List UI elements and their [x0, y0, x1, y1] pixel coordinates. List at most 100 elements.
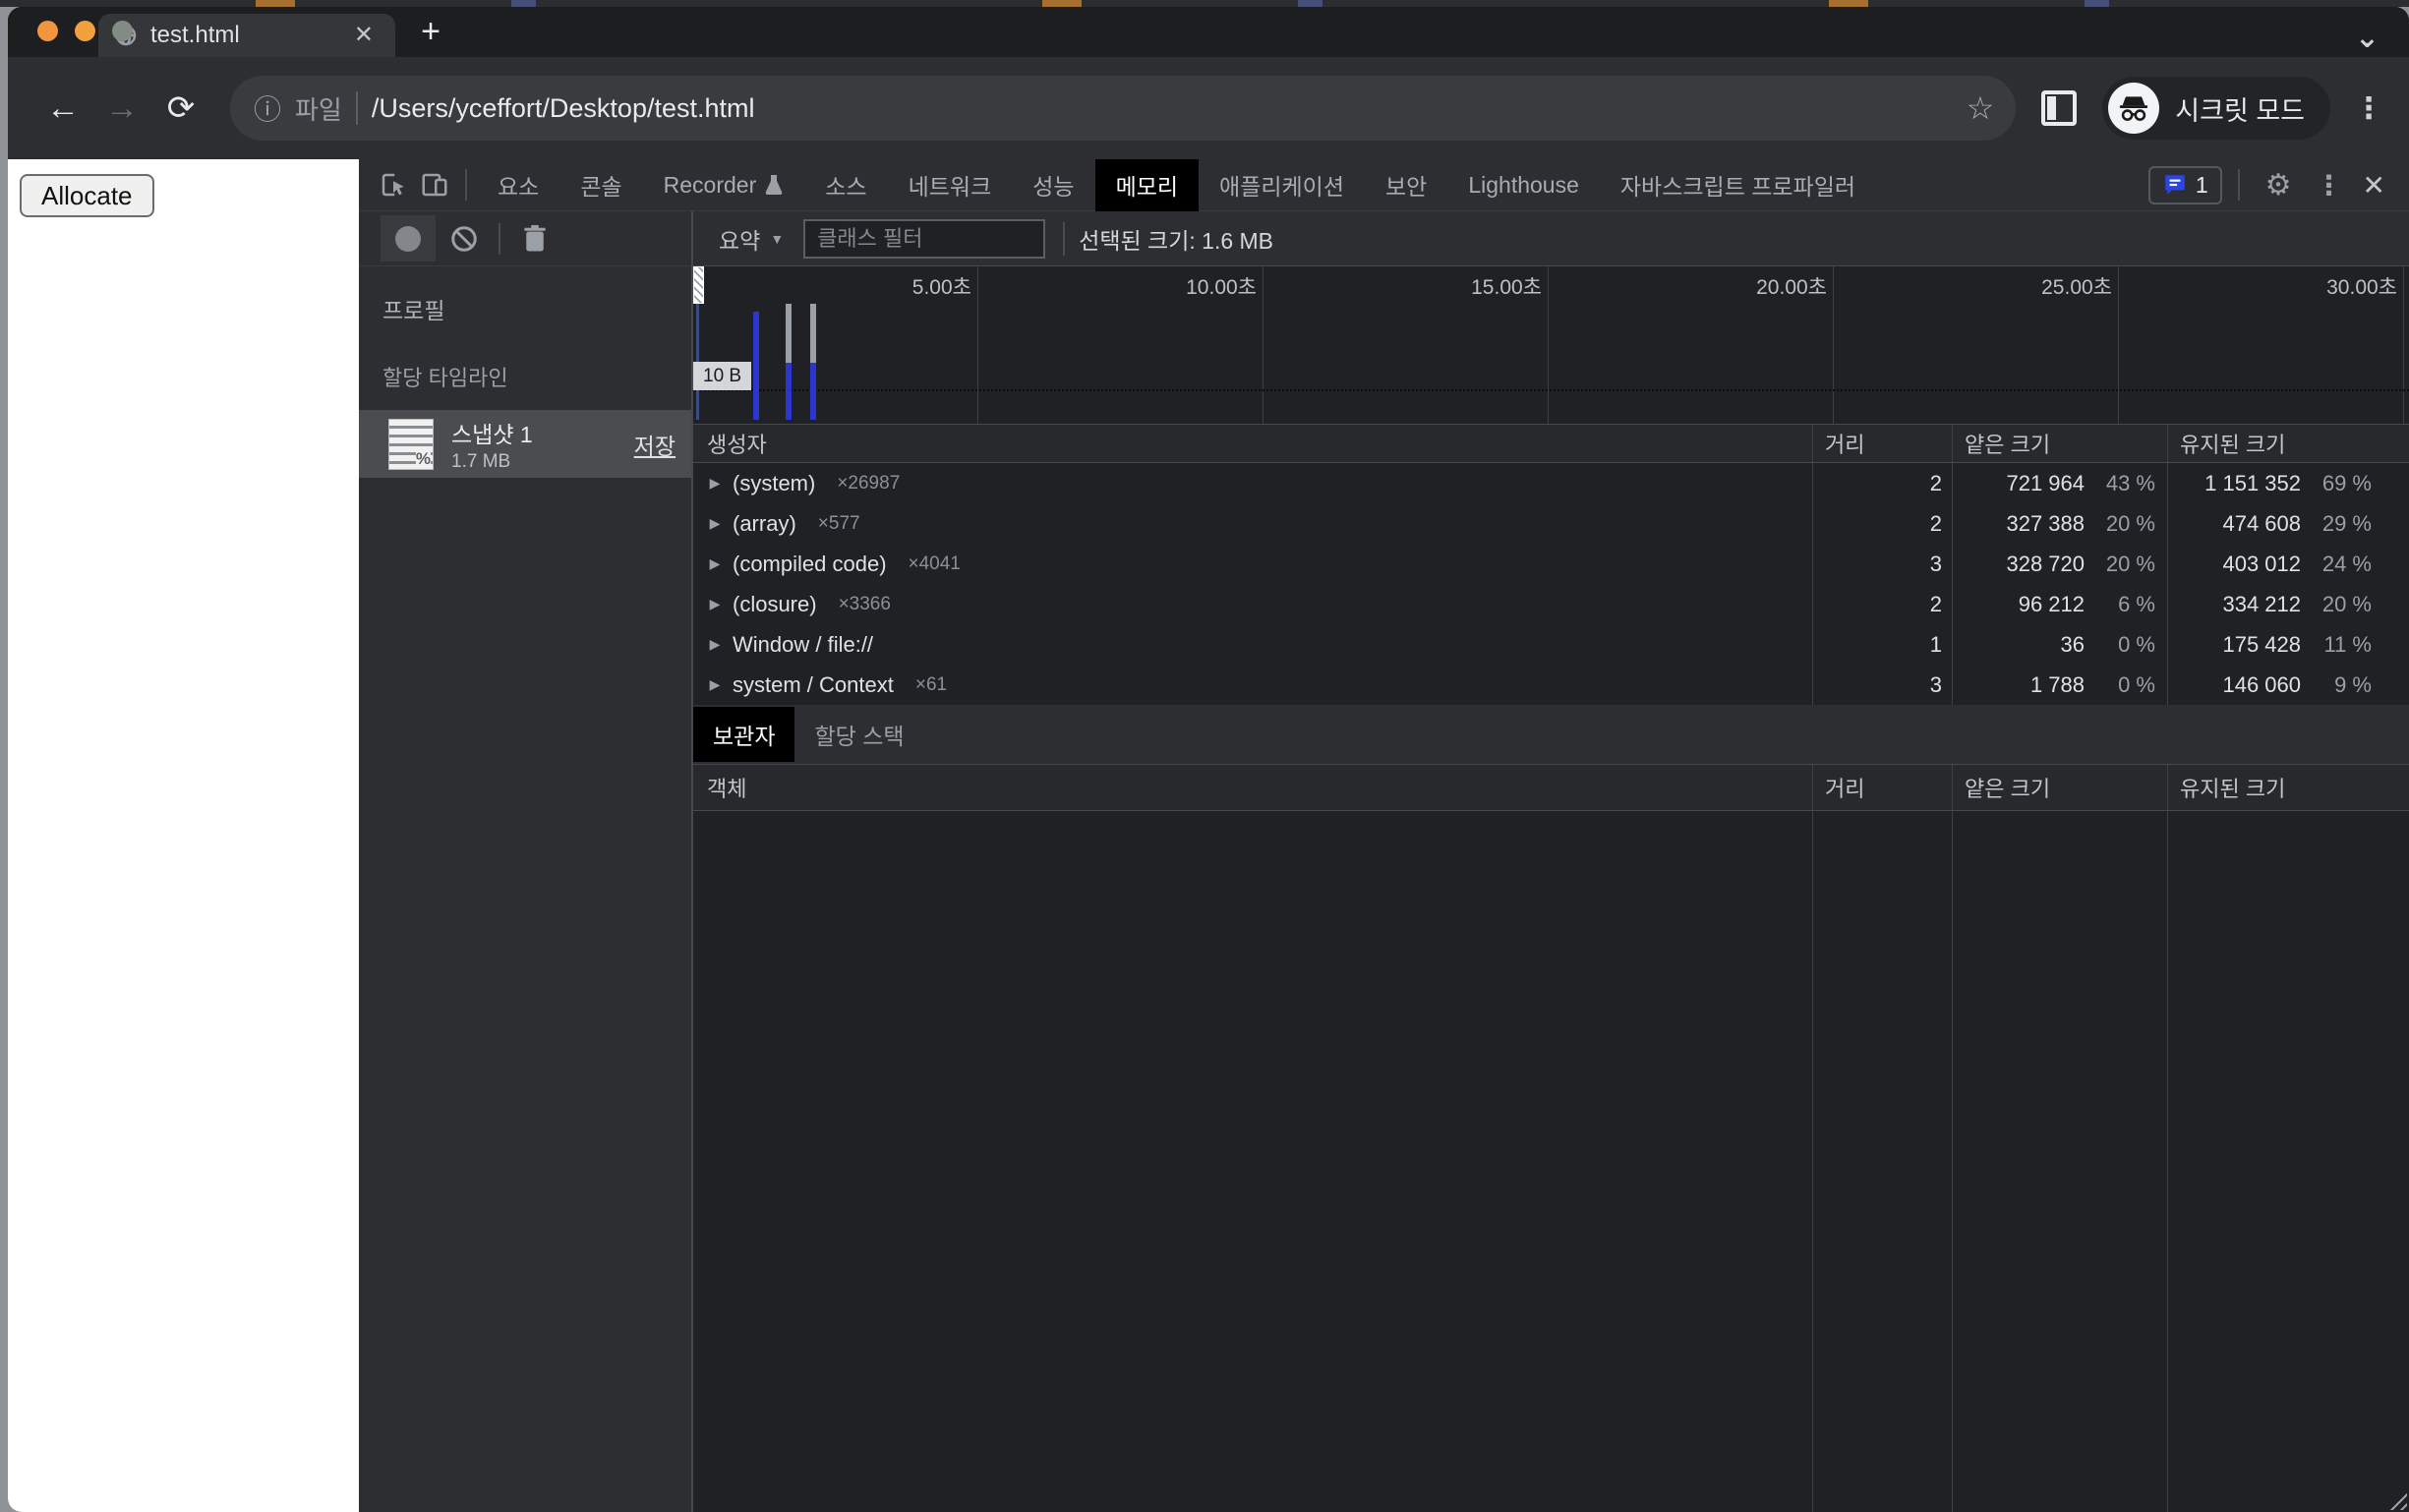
constructors-header-row: 생성자 거리 얕은 크기 유지된 크기 [693, 425, 2409, 463]
record-button[interactable] [381, 215, 436, 262]
tab-js-profiler[interactable]: 자바스크립트 프로파일러 [1600, 159, 1876, 211]
expand-icon[interactable]: ▶ [707, 475, 723, 492]
allocation-timeline-chart[interactable]: 5.00초 10.00초 15.00초 20.00초 25.00초 30.00초 [693, 265, 2409, 425]
timeline-tick: 25.00초 [1834, 266, 2119, 424]
issues-button[interactable]: 1 [2148, 166, 2222, 204]
snapshot-size: 1.7 MB [451, 451, 617, 473]
timeline-tick: 5.00초 [693, 266, 978, 424]
constructors-table: ▶ (system) ×26987 2 721 96443 % 1 151 35… [693, 463, 2409, 705]
settings-gear-icon[interactable]: ⚙ [2256, 168, 2302, 203]
close-window-button[interactable] [37, 21, 58, 41]
info-icon[interactable]: ⓘ [254, 88, 281, 128]
tab-network[interactable]: 네트워크 [888, 159, 1013, 211]
expand-icon[interactable]: ▶ [707, 515, 723, 532]
header-retained-size[interactable]: 유지된 크기 [2167, 425, 2409, 462]
delete-button[interactable] [506, 224, 563, 254]
inspect-element-icon[interactable] [373, 165, 414, 204]
retainers-header-row: 객체 거리 얕은 크기 유지된 크기 [693, 764, 2409, 811]
snapshot-item[interactable]: % 스냅샷 1 1.7 MB 저장 [359, 410, 691, 478]
allocation-timeline-section-label: 할당 타임라인 [359, 325, 691, 392]
tab-retainers[interactable]: 보관자 [693, 707, 794, 762]
expand-icon[interactable]: ▶ [707, 676, 723, 693]
header-retained-size[interactable]: 유지된 크기 [2167, 765, 2409, 810]
zoom-window-button[interactable] [112, 21, 133, 41]
tab-strip: test.html ✕ + ⌄ [8, 7, 2409, 57]
tab-console[interactable]: 콘솔 [559, 159, 642, 211]
tab-application[interactable]: 애플리케이션 [1199, 159, 1365, 211]
tab-sources[interactable]: 소스 [804, 159, 887, 211]
incognito-icon [2108, 83, 2159, 134]
column-separator [2167, 811, 2168, 1512]
header-constructor[interactable]: 생성자 [693, 428, 1812, 459]
reload-button[interactable]: ⟳ [155, 88, 206, 128]
dropdown-caret-icon: ▼ [770, 231, 784, 247]
expand-icon[interactable]: ▶ [707, 636, 723, 653]
address-divider [356, 91, 358, 125]
forward-button[interactable]: → [96, 89, 147, 128]
allocation-bar [810, 363, 816, 420]
size-gridline [693, 389, 2409, 391]
clear-button[interactable] [436, 224, 493, 254]
toolbar-divider [1063, 222, 1065, 256]
devtools-menu-icon[interactable]: ⋮ [2308, 169, 2351, 202]
tab-search-chevron-icon[interactable]: ⌄ [2355, 29, 2380, 47]
table-row[interactable]: ▶ (system) ×26987 2 721 96443 % 1 151 35… [693, 463, 2409, 503]
header-object[interactable]: 객체 [693, 772, 1812, 803]
tab-title: test.html [150, 22, 335, 49]
timeline-tick: 20.00초 [1549, 266, 1834, 424]
toolbar-divider [2238, 169, 2240, 201]
tab-elements[interactable]: 요소 [477, 159, 559, 211]
toolbar-divider [465, 169, 467, 201]
incognito-badge: 시크릿 모드 [2102, 77, 2330, 140]
allocate-button[interactable]: Allocate [20, 174, 154, 217]
tab-close-icon[interactable]: ✕ [348, 22, 380, 49]
table-row[interactable]: ▶ (closure) ×3366 2 96 2126 % 334 21220 … [693, 584, 2409, 624]
browser-menu-icon[interactable]: ⋮ [2354, 91, 2383, 126]
header-distance[interactable]: 거리 [1812, 765, 1952, 810]
block-icon [449, 224, 479, 254]
tab-security[interactable]: 보안 [1365, 159, 1447, 211]
class-filter-input[interactable] [803, 219, 1045, 259]
timeline-selection-handle[interactable] [693, 266, 704, 304]
minimize-window-button[interactable] [75, 21, 95, 41]
tab-performance[interactable]: 성능 [1012, 159, 1094, 211]
table-row[interactable]: ▶ (array) ×577 2 327 38820 % 474 60829 % [693, 503, 2409, 544]
expand-icon[interactable]: ▶ [707, 555, 723, 572]
back-button[interactable]: ← [37, 89, 88, 128]
browser-tab[interactable]: test.html ✕ [98, 14, 395, 57]
timeline-tick: 15.00초 [1263, 266, 1549, 424]
column-separator [1952, 811, 1953, 1512]
allocation-bar [786, 363, 792, 420]
tab-memory[interactable]: 메모리 [1095, 159, 1199, 211]
resize-grip[interactable] [2385, 1488, 2407, 1510]
screen: test.html ✕ + ⌄ ← → ⟳ ⓘ 파일 /Users/yceffo… [0, 0, 2409, 1512]
size-marker-label: 10 B [693, 362, 751, 390]
bookmark-star-icon[interactable]: ☆ [1967, 89, 1995, 127]
perspective-dropdown[interactable]: 요약 ▼ [709, 222, 793, 256]
header-shallow-size[interactable]: 얕은 크기 [1952, 425, 2167, 462]
side-panel-icon[interactable] [2041, 90, 2077, 126]
snapshot-save-link[interactable]: 저장 [634, 428, 676, 461]
header-distance[interactable]: 거리 [1812, 425, 1952, 462]
address-bar[interactable]: ⓘ 파일 /Users/yceffort/Desktop/test.html ☆ [230, 76, 2016, 141]
table-row[interactable]: ▶ (compiled code) ×4041 3 328 72020 % 40… [693, 544, 2409, 584]
expand-icon[interactable]: ▶ [707, 596, 723, 612]
snapshot-name: 스냅샷 1 [451, 416, 617, 449]
table-row[interactable]: ▶ system / Context ×61 3 1 7880 % 146 06… [693, 665, 2409, 705]
tab-recorder[interactable]: Recorder [643, 159, 805, 211]
new-tab-button[interactable]: + [411, 13, 450, 51]
trash-icon [522, 224, 548, 254]
table-row[interactable]: ▶ Window / file:// 1 360 % 175 42811 % [693, 624, 2409, 665]
header-shallow-size[interactable]: 얕은 크기 [1952, 765, 2167, 810]
devtools-tabbar: 요소 콘솔 Recorder 소스 네트워크 성능 메모리 애플리케이션 보안 … [359, 159, 2409, 211]
device-toolbar-icon[interactable] [414, 165, 455, 204]
devtools-close-icon[interactable]: ✕ [2357, 169, 2397, 202]
tab-allocation-stack[interactable]: 할당 스택 [794, 707, 923, 762]
tab-lighthouse[interactable]: Lighthouse [1447, 159, 1600, 211]
snapshot-icon: % [388, 419, 434, 470]
url-text: /Users/yceffort/Desktop/test.html [372, 93, 1953, 124]
timeline-tick: 10.00초 [978, 266, 1263, 424]
web-page: Allocate [8, 159, 359, 1512]
content-area: Allocate [8, 159, 2409, 1512]
retainers-tabbar: 보관자 할당 스택 [693, 705, 2409, 764]
